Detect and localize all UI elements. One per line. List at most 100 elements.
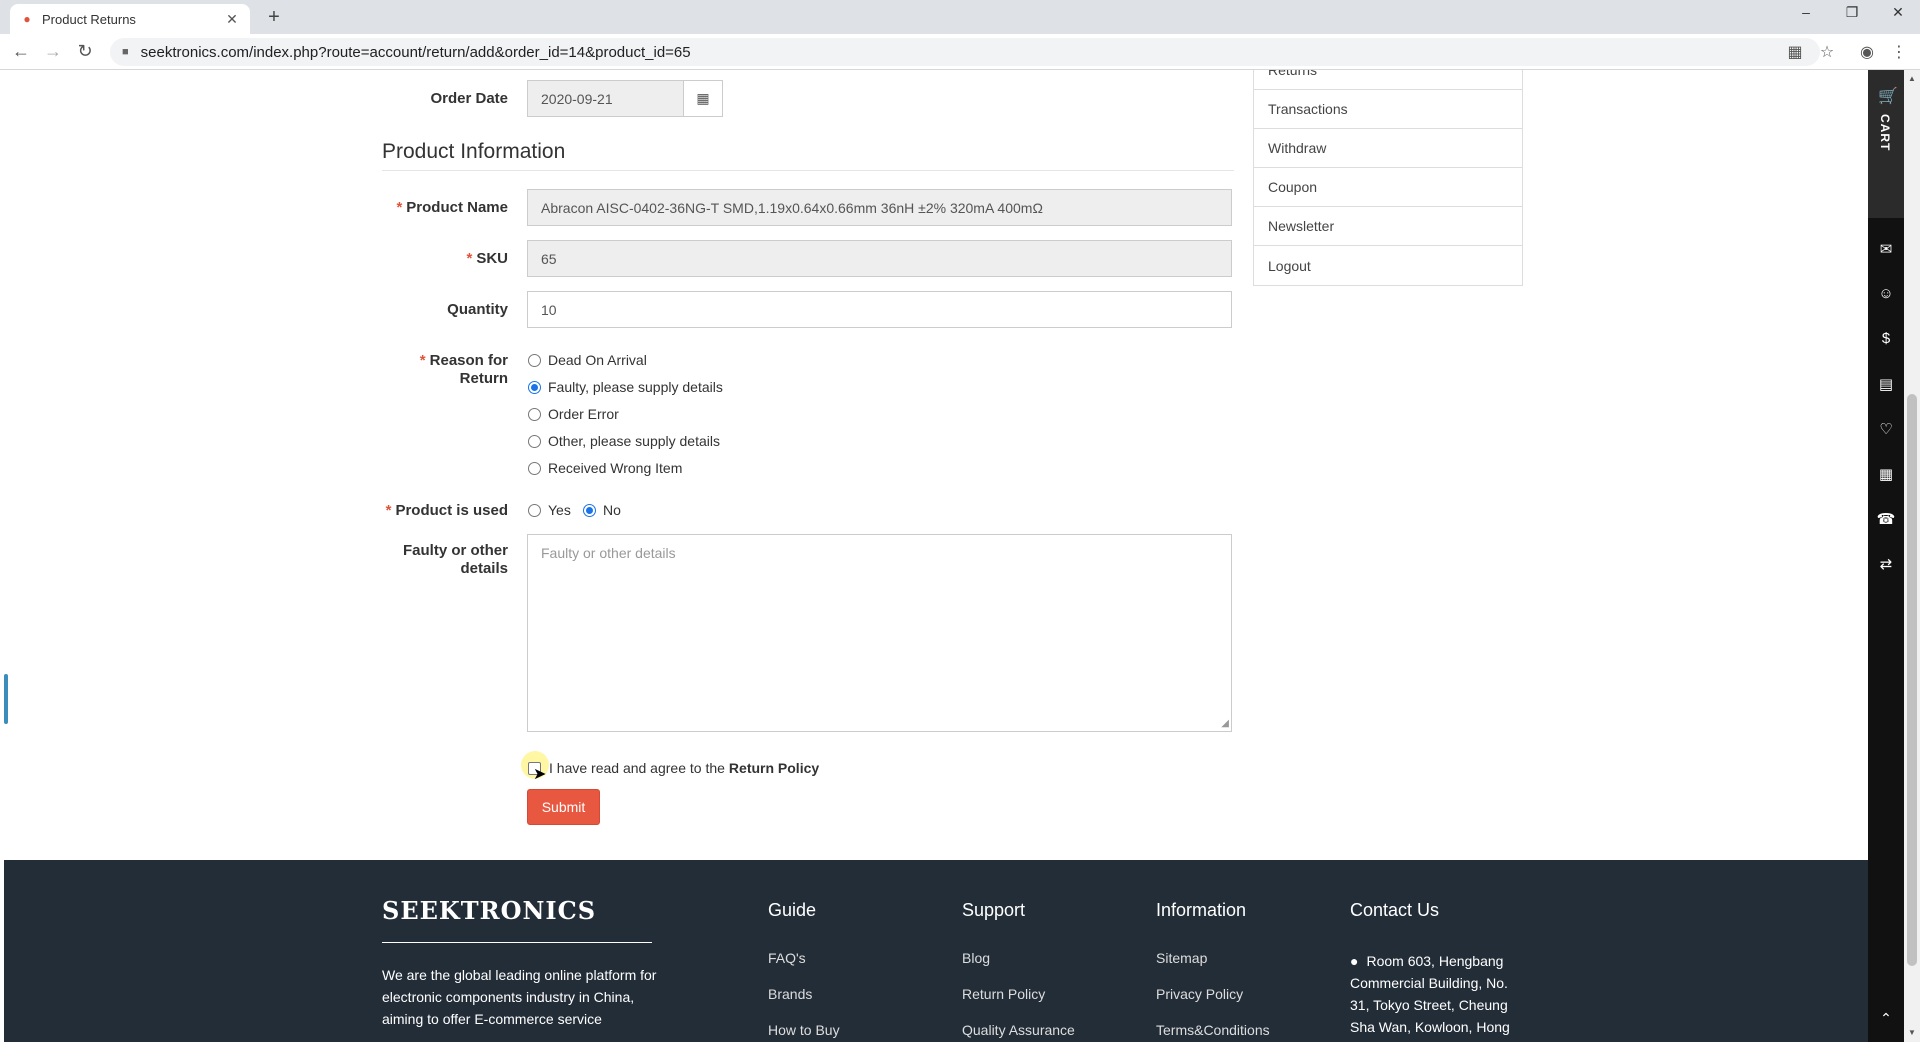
product-name-field[interactable]: Abracon AISC-0402-36NG-T SMD,1.19x0.64x0… <box>527 189 1232 226</box>
menu-item-withdraw[interactable]: Withdraw <box>1254 129 1522 168</box>
menu-item-logout[interactable]: Logout <box>1254 246 1522 285</box>
location-pin-icon: ● <box>1350 953 1359 969</box>
reason-option-dead-on-arrival[interactable]: Dead On Arrival <box>528 352 647 368</box>
radio-faulty[interactable] <box>528 380 541 394</box>
footer-link-terms[interactable]: Terms&Conditions <box>1156 1022 1270 1038</box>
back-to-top-icon[interactable]: ⌃ <box>1868 1010 1904 1027</box>
address-bar-row: ← → ↻ ■ seektronics.com/index.php?route=… <box>0 34 1920 70</box>
footer-link-privacy-policy[interactable]: Privacy Policy <box>1156 986 1243 1002</box>
lock-icon: ■ <box>122 46 129 58</box>
page-content: Order Date 2020-09-21 ▦ Product Informat… <box>0 70 1868 1042</box>
forward-icon[interactable]: → <box>42 41 64 62</box>
details-textarea[interactable]: Faulty or other details ◢ <box>527 534 1232 732</box>
reason-option-other[interactable]: Other, please supply details <box>528 433 720 449</box>
mouse-cursor-icon: ➤ <box>533 766 547 783</box>
sku-label: * SKU <box>466 250 508 267</box>
sku-field[interactable]: 65 <box>527 240 1232 277</box>
return-policy-link[interactable]: Return Policy <box>729 760 819 776</box>
menu-item-transactions[interactable]: Transactions <box>1254 90 1522 129</box>
menu-item-returns[interactable]: Returns <box>1254 70 1522 90</box>
radio-used-yes[interactable] <box>528 503 541 517</box>
footer-link-how-to-buy[interactable]: How to Buy <box>768 1022 840 1038</box>
footer-link-quality-assurance[interactable]: Quality Assurance <box>962 1022 1075 1038</box>
product-name-label: * Product Name <box>396 199 508 216</box>
quantity-label: Quantity <box>447 301 508 318</box>
menu-kebab-icon[interactable]: ⋮ <box>1888 42 1910 62</box>
close-tab-icon[interactable]: ✕ <box>224 11 240 28</box>
page-scrollbar[interactable]: ▲ ▼ <box>1904 70 1920 1042</box>
brand-divider <box>382 942 652 943</box>
sku-value: 65 <box>541 250 557 267</box>
reload-icon[interactable]: ↻ <box>74 41 96 62</box>
submit-button[interactable]: Submit <box>527 789 600 825</box>
url-field[interactable]: ■ seektronics.com/index.php?route=accoun… <box>110 38 1820 66</box>
document-icon[interactable]: ▤ <box>1868 375 1904 393</box>
left-floating-tab[interactable] <box>4 674 8 724</box>
phone-icon[interactable]: ☎ <box>1868 510 1904 528</box>
radio-wrong-item[interactable] <box>528 461 541 475</box>
product-name-value: Abracon AISC-0402-36NG-T SMD,1.19x0.64x0… <box>541 199 1043 216</box>
reason-option-order-error[interactable]: Order Error <box>528 406 619 422</box>
scroll-down-icon[interactable]: ▼ <box>1904 1028 1920 1037</box>
radio-dead-on-arrival[interactable] <box>528 353 541 367</box>
restore-icon[interactable]: ❐ <box>1840 4 1864 21</box>
cart-label: CART <box>1878 114 1892 152</box>
account-menu: Returns Transactions Withdraw Coupon New… <box>1253 70 1523 286</box>
footer: SEEKTRONICS We are the global leading on… <box>4 860 1868 1042</box>
used-option-no[interactable]: No <box>583 502 621 518</box>
user-icon[interactable]: ☺ <box>1868 285 1904 302</box>
url-text: seektronics.com/index.php?route=account/… <box>140 43 691 61</box>
footer-link-return-policy[interactable]: Return Policy <box>962 986 1045 1002</box>
footer-link-brands[interactable]: Brands <box>768 986 812 1002</box>
quantity-field[interactable]: 10 <box>527 291 1232 328</box>
cart-icon: 🛒 <box>1878 88 1898 105</box>
footer-link-faqs[interactable]: FAQ's <box>768 950 806 966</box>
used-option-yes[interactable]: Yes <box>528 502 571 518</box>
details-placeholder: Faulty or other details <box>541 545 676 561</box>
profile-icon[interactable]: ◉ <box>1856 42 1878 62</box>
radio-order-error[interactable] <box>528 407 541 421</box>
footer-about-text: We are the global leading online platfor… <box>382 967 657 1027</box>
radio-other[interactable] <box>528 434 541 448</box>
new-tab-icon[interactable]: + <box>262 6 286 29</box>
section-title: Product Information <box>382 140 566 163</box>
bookmark-star-icon[interactable]: ☆ <box>1816 42 1838 62</box>
resize-handle-icon[interactable]: ◢ <box>1221 718 1229 729</box>
order-date-field[interactable]: 2020-09-21 <box>527 80 684 117</box>
heart-icon[interactable]: ♡ <box>1868 420 1904 438</box>
footer-contact-address: ● Room 603, Hengbang Commercial Building,… <box>1350 953 1510 1035</box>
agree-text: I have read and agree to the <box>549 760 725 776</box>
footer-guide-heading: Guide <box>768 900 817 920</box>
footer-link-blog[interactable]: Blog <box>962 950 990 966</box>
translate-icon[interactable]: ▦ <box>1784 42 1806 62</box>
clipboard-icon[interactable]: ▦ <box>1868 465 1904 483</box>
quantity-value: 10 <box>541 301 557 318</box>
transfer-icon[interactable]: ⇄ <box>1868 555 1904 573</box>
cart-tab[interactable]: 🛒 CART <box>1868 70 1904 218</box>
scroll-up-icon[interactable]: ▲ <box>1904 74 1920 83</box>
footer-information-heading: Information <box>1156 900 1247 920</box>
footer-brand-logo[interactable]: SEEKTRONICS <box>382 896 596 925</box>
reason-option-wrong-item[interactable]: Received Wrong Item <box>528 460 682 476</box>
minimize-icon[interactable]: – <box>1794 4 1818 20</box>
footer-contact-heading: Contact Us <box>1350 900 1440 920</box>
section-divider <box>382 170 1234 171</box>
menu-item-coupon[interactable]: Coupon <box>1254 168 1522 207</box>
order-date-value: 2020-09-21 <box>541 90 613 107</box>
dollar-icon[interactable]: $ <box>1868 330 1904 347</box>
scroll-thumb[interactable] <box>1907 394 1917 966</box>
calendar-icon: ▦ <box>696 90 710 106</box>
browser-tab-bar: ● Product Returns ✕ + – ❐ ✕ <box>0 0 1920 34</box>
menu-item-newsletter[interactable]: Newsletter <box>1254 207 1522 246</box>
back-icon[interactable]: ← <box>10 41 32 62</box>
footer-link-sitemap[interactable]: Sitemap <box>1156 950 1207 966</box>
reason-option-faulty[interactable]: Faulty, please supply details <box>528 379 723 395</box>
radio-used-no[interactable] <box>583 503 596 517</box>
close-window-icon[interactable]: ✕ <box>1886 4 1910 21</box>
order-date-label: Order Date <box>430 90 508 107</box>
reason-label: * Reason for Return <box>419 352 508 387</box>
browser-tab[interactable]: ● Product Returns ✕ <box>10 4 250 34</box>
calendar-button[interactable]: ▦ <box>683 80 723 117</box>
chat-icon[interactable]: ✉ <box>1868 240 1904 258</box>
product-used-label: * Product is used <box>385 502 508 519</box>
